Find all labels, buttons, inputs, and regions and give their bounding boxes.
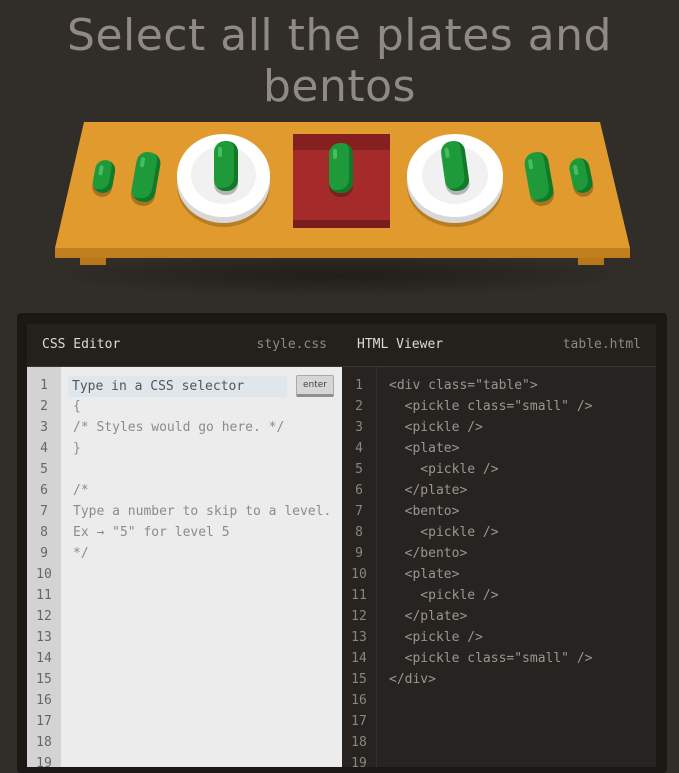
line-number: 16 xyxy=(351,693,367,708)
code-line: </div> xyxy=(389,672,436,687)
html-viewer-body[interactable]: <div class="table"> <pickle class="small… xyxy=(377,367,656,767)
css-line-numbers: 1 2 3 4 5 6 7 8 9 10 11 12 13 14 15 16 17 18 19 xyxy=(27,367,61,771)
line-number: 4 xyxy=(355,441,363,456)
css-selector-input[interactable] xyxy=(68,376,287,397)
line-number: 17 xyxy=(351,714,367,729)
code-line: <pickle class="small" /> xyxy=(389,651,593,666)
code-line: <pickle /> xyxy=(389,462,499,477)
code-line: <plate> xyxy=(389,567,460,582)
code-line: </plate> xyxy=(389,609,468,624)
css-editor-filename: style.css xyxy=(256,337,327,352)
line-number: 6 xyxy=(355,483,363,498)
code-line: { xyxy=(73,399,81,414)
pickle-in-bento[interactable] xyxy=(329,143,353,193)
line-number: 2 xyxy=(40,399,48,414)
line-number: 17 xyxy=(36,714,52,729)
code-line: /* xyxy=(73,483,89,498)
line-number: 11 xyxy=(36,588,52,603)
code-line: <pickle /> xyxy=(389,630,483,645)
line-number: 19 xyxy=(351,756,367,771)
line-number: 3 xyxy=(40,420,48,435)
line-number: 10 xyxy=(36,567,52,582)
line-number: 9 xyxy=(355,546,363,561)
table-scene xyxy=(0,0,679,300)
html-viewer-title: HTML Viewer xyxy=(357,337,444,352)
line-number: 13 xyxy=(351,630,367,645)
enter-button[interactable]: enter xyxy=(296,375,334,397)
line-number: 18 xyxy=(36,735,52,750)
code-line: <pickle /> xyxy=(389,525,499,540)
code-line: */ xyxy=(73,546,89,561)
html-viewer-header: HTML Viewer table.html xyxy=(342,324,656,367)
line-number: 1 xyxy=(40,378,48,393)
line-number: 14 xyxy=(351,651,367,666)
line-number: 9 xyxy=(40,546,48,561)
code-line: Type a number to skip to a level. xyxy=(73,504,332,519)
code-line: <div class="table"> xyxy=(389,378,538,393)
code-line: </bento> xyxy=(389,546,468,561)
code-line: } xyxy=(73,441,81,456)
line-number: 13 xyxy=(36,630,52,645)
html-viewer-filename: table.html xyxy=(562,337,641,352)
css-editor-title: CSS Editor xyxy=(42,337,121,352)
line-number: 7 xyxy=(355,504,363,519)
code-line: <pickle /> xyxy=(389,588,499,603)
code-line: </plate> xyxy=(389,483,468,498)
pickle-on-plate-left[interactable] xyxy=(214,141,238,191)
code-line: Ex → "5" for level 5 xyxy=(73,525,230,540)
code-line: <pickle /> xyxy=(389,420,483,435)
code-line: <plate> xyxy=(389,441,460,456)
line-number: 7 xyxy=(40,504,48,519)
line-number: 11 xyxy=(351,588,367,603)
line-number: 19 xyxy=(36,756,52,771)
line-number: 8 xyxy=(355,525,363,540)
line-number: 18 xyxy=(351,735,367,750)
line-number: 16 xyxy=(36,693,52,708)
css-editor-header: CSS Editor style.css xyxy=(27,324,342,367)
code-line: /* Styles would go here. */ xyxy=(73,420,285,435)
line-number: 15 xyxy=(351,672,367,687)
line-number: 12 xyxy=(36,609,52,624)
line-number: 5 xyxy=(355,462,363,477)
css-editor-body[interactable]: { /* Styles would go here. */} /* Type a nu… xyxy=(61,367,342,767)
code-line: <pickle class="small" /> xyxy=(389,399,593,414)
line-number: 12 xyxy=(351,609,367,624)
line-number: 8 xyxy=(40,525,48,540)
line-number: 1 xyxy=(355,378,363,393)
line-number: 10 xyxy=(351,567,367,582)
line-number: 2 xyxy=(355,399,363,414)
code-line: <bento> xyxy=(389,504,460,519)
line-number: 15 xyxy=(36,672,52,687)
line-number: 3 xyxy=(355,420,363,435)
line-number: 6 xyxy=(40,483,48,498)
line-number: 4 xyxy=(40,441,48,456)
line-number: 5 xyxy=(40,462,48,477)
line-number: 14 xyxy=(36,651,52,666)
html-line-numbers: 1 2 3 4 5 6 7 8 9 10 11 12 13 14 15 16 17 18 19 xyxy=(342,367,377,771)
